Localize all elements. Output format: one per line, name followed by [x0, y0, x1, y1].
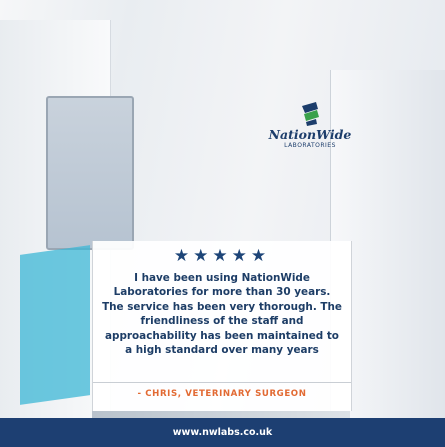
testimonial-quote: I have been using NationWide Laboratorie… [102, 272, 342, 357]
footer-bar: www.nwlabs.co.uk [0, 418, 445, 447]
card-bottom-strip [92, 411, 350, 418]
testimonial-author: - CHRIS, VETERINARY SURGEON [137, 389, 307, 399]
logo-sub-text: LABORATORIES [284, 142, 336, 149]
logo-brand-text: NationWide [268, 127, 352, 142]
computer-monitor [46, 96, 134, 250]
website-link[interactable]: www.nwlabs.co.uk [0, 418, 445, 447]
card-divider [93, 382, 351, 383]
logo-badge: NationWide LABORATORIES [268, 100, 352, 170]
monitor-glow [20, 245, 90, 405]
rating-stars: ★★★★★ [173, 246, 271, 266]
logo-mark-icon [302, 102, 319, 126]
testimonial-card: ★★★★★ I have been using NationWide Labor… [92, 241, 352, 411]
